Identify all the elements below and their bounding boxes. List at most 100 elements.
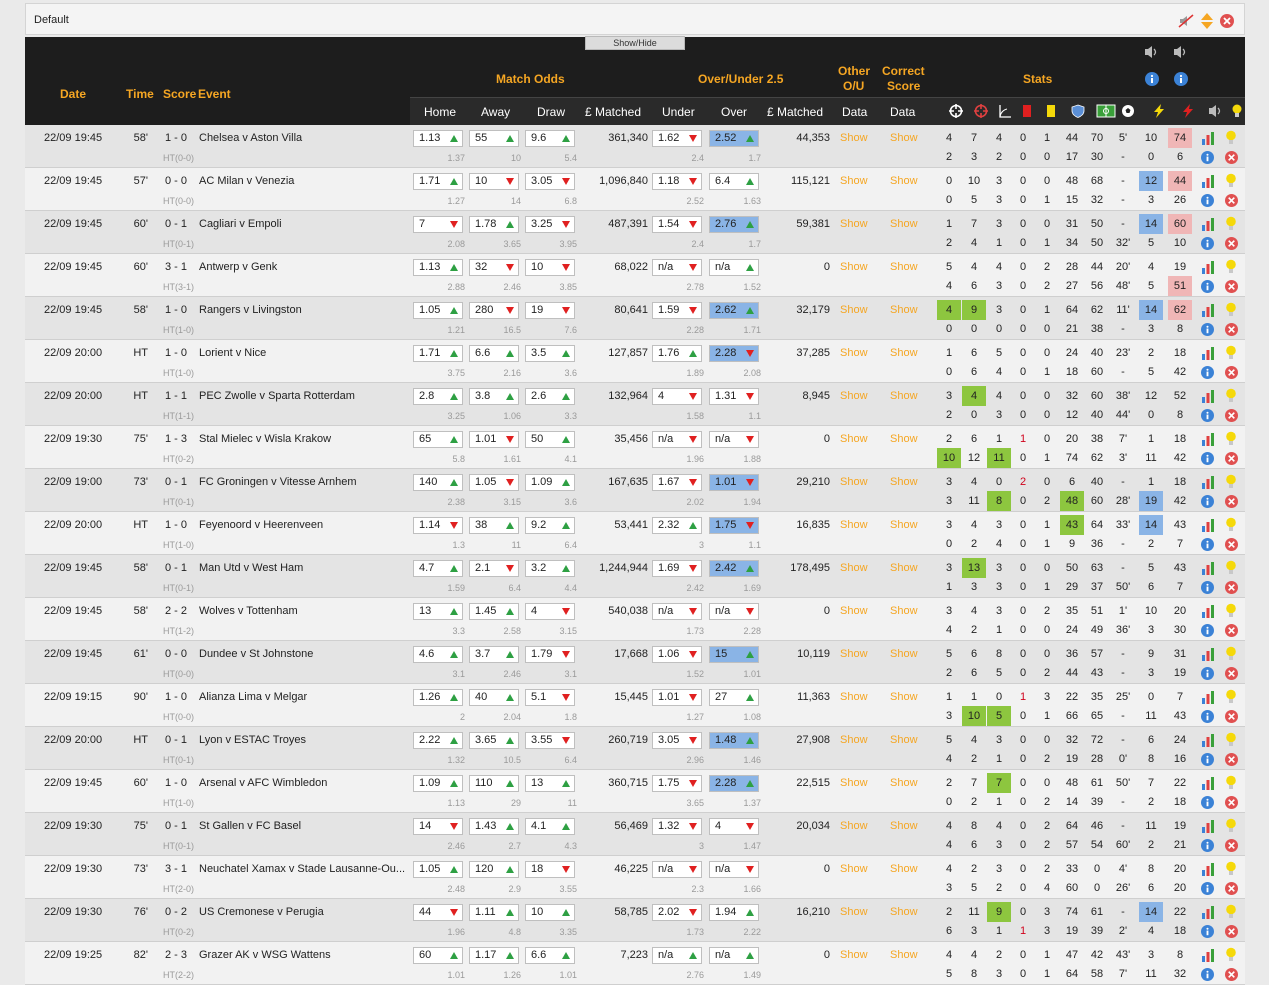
table-row[interactable]: 22/09 19:45 60' 3 - 1 Antwerp v Genk HT(3-1)… — [25, 254, 1245, 297]
ou-box-over[interactable]: 2.52 — [709, 130, 759, 147]
table-row[interactable]: 22/09 19:15 90' 1 - 0 Alianza Lima v Melgar… — [25, 684, 1245, 727]
table-row[interactable]: 22/09 20:00 HT 1 - 1 PEC Zwolle v Sparta Ro… — [25, 383, 1245, 426]
match-event[interactable]: Rangers v Livingston — [199, 304, 302, 316]
info-icon[interactable] — [1201, 624, 1214, 637]
odds-box-draw[interactable]: 18 — [525, 861, 575, 878]
remove-icon[interactable] — [1225, 581, 1238, 594]
bulb-icon[interactable] — [1225, 259, 1237, 274]
info-icon[interactable] — [1201, 882, 1214, 895]
other-ou-show-link[interactable]: Show — [840, 777, 868, 789]
bulb-icon[interactable] — [1225, 947, 1237, 962]
correct-score-show-link[interactable]: Show — [890, 390, 918, 402]
bar-chart-icon[interactable] — [1201, 518, 1215, 532]
match-event[interactable]: FC Groningen v Vitesse Arnhem — [199, 476, 357, 488]
remove-icon[interactable] — [1225, 667, 1238, 680]
info-icon[interactable] — [1201, 968, 1214, 981]
odds-box-draw[interactable]: 13 — [525, 775, 575, 792]
odds-box-away[interactable]: 40 — [469, 689, 519, 706]
other-ou-show-link[interactable]: Show — [840, 218, 868, 230]
odds-box-draw[interactable]: 9.2 — [525, 517, 575, 534]
header-matched-ou[interactable]: £ Matched — [767, 105, 823, 119]
bulb-icon[interactable] — [1225, 517, 1237, 532]
match-event[interactable]: AC Milan v Venezia — [199, 175, 294, 187]
odds-box-away[interactable]: 55 — [469, 130, 519, 147]
bulb-icon[interactable] — [1225, 173, 1237, 188]
match-event[interactable]: Arsenal v AFC Wimbledon — [199, 777, 327, 789]
odds-box-draw[interactable]: 9.6 — [525, 130, 575, 147]
info-icon[interactable] — [1201, 237, 1214, 250]
ou-box-over[interactable]: 2.42 — [709, 560, 759, 577]
other-ou-show-link[interactable]: Show — [840, 734, 868, 746]
odds-box-away[interactable]: 1.43 — [469, 818, 519, 835]
odds-box-draw[interactable]: 3.25 — [525, 216, 575, 233]
odds-box-home[interactable]: 1.14 — [413, 517, 463, 534]
remove-icon[interactable] — [1225, 323, 1238, 336]
ou-box-under[interactable]: 1.54 — [652, 216, 702, 233]
odds-box-home[interactable]: 1.26 — [413, 689, 463, 706]
match-event[interactable]: Alianza Lima v Melgar — [199, 691, 307, 703]
odds-box-home[interactable]: 1.71 — [413, 173, 463, 190]
info-icon[interactable] — [1201, 667, 1214, 680]
bar-chart-icon[interactable] — [1201, 905, 1215, 919]
ou-box-over[interactable]: 2.62 — [709, 302, 759, 319]
header-home[interactable]: Home — [424, 105, 456, 119]
remove-icon[interactable] — [1225, 710, 1238, 723]
info-icon[interactable] — [1201, 452, 1214, 465]
table-row[interactable]: 22/09 19:45 58' 0 - 1 Man Utd v West Ham HT(… — [25, 555, 1245, 598]
bar-chart-icon[interactable] — [1201, 819, 1215, 833]
correct-score-show-link[interactable]: Show — [890, 691, 918, 703]
info-away-icon[interactable] — [1174, 72, 1188, 86]
ou-box-over[interactable]: 1.75 — [709, 517, 759, 534]
correct-score-show-link[interactable]: Show — [890, 261, 918, 273]
info-icon[interactable] — [1201, 796, 1214, 809]
odds-box-home[interactable]: 4.7 — [413, 560, 463, 577]
bulb-icon[interactable] — [1225, 603, 1237, 618]
correct-score-show-link[interactable]: Show — [890, 605, 918, 617]
match-event[interactable]: Stal Mielec v Wisla Krakow — [199, 433, 331, 445]
bar-chart-icon[interactable] — [1201, 217, 1215, 231]
odds-box-draw[interactable]: 4 — [525, 603, 575, 620]
odds-box-draw[interactable]: 10 — [525, 259, 575, 276]
ou-box-under[interactable]: 1.67 — [652, 474, 702, 491]
odds-box-draw[interactable]: 50 — [525, 431, 575, 448]
correct-score-show-link[interactable]: Show — [890, 175, 918, 187]
bulb-icon[interactable] — [1225, 474, 1237, 489]
bar-chart-icon[interactable] — [1201, 303, 1215, 317]
header-score[interactable]: Score — [163, 87, 196, 101]
ou-box-under[interactable]: 1.62 — [652, 130, 702, 147]
odds-box-draw[interactable]: 5.1 — [525, 689, 575, 706]
speaker-away-icon[interactable] — [1173, 45, 1189, 59]
ou-box-over[interactable]: 1.48 — [709, 732, 759, 749]
sort-arrows-icon[interactable] — [1200, 12, 1214, 30]
header-under[interactable]: Under — [662, 105, 695, 119]
odds-box-away[interactable]: 32 — [469, 259, 519, 276]
odds-box-home[interactable]: 2.22 — [413, 732, 463, 749]
ou-box-over[interactable]: 2.28 — [709, 775, 759, 792]
correct-score-show-link[interactable]: Show — [890, 562, 918, 574]
ou-box-over[interactable]: 1.01 — [709, 474, 759, 491]
table-row[interactable]: 22/09 19:25 82' 2 - 3 Grazer AK v WSG Watte… — [25, 942, 1245, 985]
table-row[interactable]: 22/09 20:00 HT 0 - 1 Lyon v ESTAC Troyes HT(… — [25, 727, 1245, 770]
bar-chart-icon[interactable] — [1201, 131, 1215, 145]
odds-box-away[interactable]: 1.05 — [469, 474, 519, 491]
odds-box-away[interactable]: 2.1 — [469, 560, 519, 577]
ou-box-under[interactable]: 1.76 — [652, 345, 702, 362]
info-icon[interactable] — [1201, 409, 1214, 422]
ou-box-under[interactable]: 1.18 — [652, 173, 702, 190]
correct-score-show-link[interactable]: Show — [890, 820, 918, 832]
odds-box-draw[interactable]: 3.2 — [525, 560, 575, 577]
correct-score-show-link[interactable]: Show — [890, 906, 918, 918]
remove-icon[interactable] — [1225, 452, 1238, 465]
bulb-icon[interactable] — [1225, 646, 1237, 661]
match-event[interactable]: Feyenoord v Heerenveen — [199, 519, 323, 531]
show-hide-toggle[interactable]: Show/Hide — [585, 36, 685, 50]
other-ou-show-link[interactable]: Show — [840, 906, 868, 918]
info-icon[interactable] — [1201, 366, 1214, 379]
ou-box-over[interactable]: n/a — [709, 603, 759, 620]
correct-score-show-link[interactable]: Show — [890, 304, 918, 316]
bulb-icon[interactable] — [1225, 302, 1237, 317]
table-row[interactable]: 22/09 19:00 73' 0 - 1 FC Groningen v Vitess… — [25, 469, 1245, 512]
odds-box-home[interactable]: 1.05 — [413, 861, 463, 878]
remove-icon[interactable] — [1225, 538, 1238, 551]
remove-icon[interactable] — [1225, 280, 1238, 293]
